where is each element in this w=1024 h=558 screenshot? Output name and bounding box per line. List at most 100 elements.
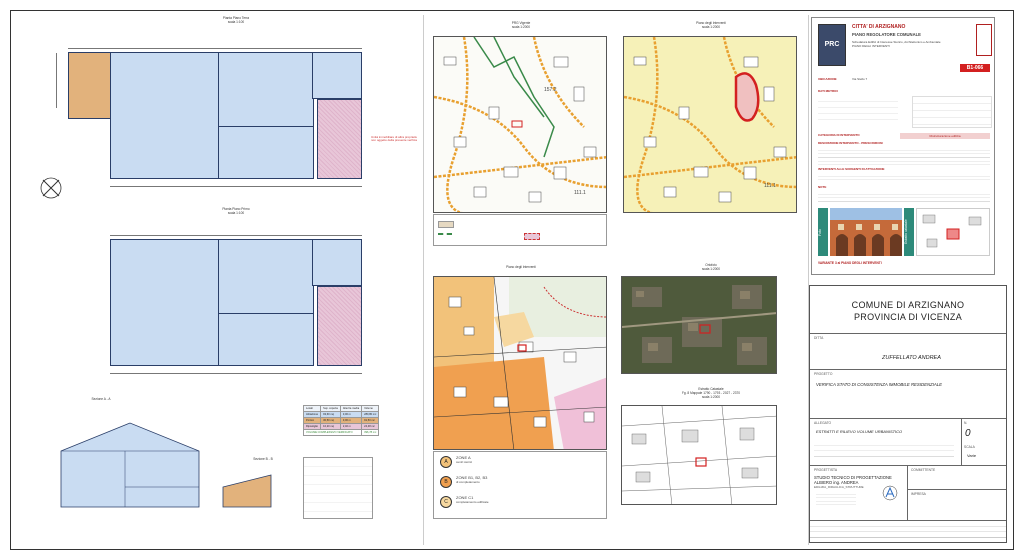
allegato-cell: ALLEGATO ESTRATTI E RILIEVO VOLUME URBAN… xyxy=(810,418,962,466)
legend-sub: completamento edificate xyxy=(456,500,489,504)
committente-cell: COMMITTENTE xyxy=(907,465,1006,490)
zone-b-icon: B xyxy=(440,476,452,488)
allegato-value: ESTRATTI E RILIEVO VOLUME URBANISTICO xyxy=(816,429,903,434)
title-block: COMUNE DI ARZIGNANO PROVINCIA DI VICENZA… xyxy=(809,285,1007,543)
contour-value: 111.1 xyxy=(764,183,776,189)
studio-address xyxy=(816,491,856,507)
committente-label: COMMITTENTE xyxy=(911,468,936,472)
table-total-label: VOLUME COMPLESSIVO VERIFICATO xyxy=(302,429,363,436)
note-text xyxy=(818,191,990,205)
plan1-room-orange xyxy=(68,52,112,119)
plan1-room xyxy=(218,126,314,179)
tavola-value: 0 xyxy=(965,428,971,439)
section-b-title: Sezione B - B xyxy=(253,457,273,461)
drawing-sheet: Pianta Piano Terra scala 1:100 Unità imm… xyxy=(10,10,1014,550)
progettista-label: PROGETTISTA xyxy=(814,468,838,472)
legend-label: ZONE B1, B2, B3 xyxy=(456,475,488,480)
plan1-room-main xyxy=(110,52,220,179)
prg-scale: scala 1:2000 xyxy=(511,25,531,29)
pi-scale: scala 1:2000 xyxy=(701,25,721,29)
aerial-photo xyxy=(621,276,777,374)
revision-table xyxy=(814,440,954,462)
legend-sub: di completamento xyxy=(456,480,480,484)
plan1-pink-unit xyxy=(317,99,362,179)
building-photo xyxy=(830,208,902,256)
dimension-line xyxy=(68,48,362,49)
contour-value: 157.2 xyxy=(544,87,557,93)
legend-label: ZONE C1 xyxy=(456,495,474,500)
title-block-header: COMUNE DI ARZIGNANO PROVINCIA DI VICENZA xyxy=(810,286,1006,334)
tavola-label: N. xyxy=(964,421,968,425)
impresa-label: IMPRESA xyxy=(911,492,926,496)
studio-logo-icon xyxy=(882,485,898,501)
impresa-cell: IMPRESA xyxy=(907,489,1006,521)
plan2-pink-unit xyxy=(317,286,362,366)
signature-strip xyxy=(810,521,1006,542)
volume-table: Locali Sup. coperta Altezza media Volume… xyxy=(302,405,380,436)
tavola-cell: N. 0 SCALA Varie xyxy=(961,418,1006,466)
ubicazione-value: Via Stello 7 xyxy=(852,77,868,81)
north-arrow-icon xyxy=(39,176,63,200)
pink-note: Unità immobiliare di altra proprietà non… xyxy=(371,135,417,143)
prg-map: 157.2 111.1 xyxy=(433,36,607,213)
progettista-cell: PROGETTISTA STUDIO TECNICO DI PROGETTAZI… xyxy=(810,465,908,521)
plan1-room xyxy=(218,52,314,128)
legend-sub: centri storici xyxy=(456,460,473,464)
plan2-room-main xyxy=(110,239,220,366)
estratto-label: Estratto catastale xyxy=(904,208,914,256)
dimension-line xyxy=(110,373,362,374)
pi-map: 111.1 xyxy=(623,36,797,213)
progetto-value: VERIFICA STATO DI CONSISTENZA IMMOBILE R… xyxy=(816,382,942,387)
scheda-map xyxy=(916,208,990,256)
progetto-label: PROGETTO xyxy=(814,372,833,376)
ortho-scale: scala 1:2000 xyxy=(701,267,721,271)
prc-logo: PRC xyxy=(818,24,846,66)
divider xyxy=(423,15,424,545)
categoria-value: Ristrutturazione edilizia xyxy=(900,133,990,139)
dimension-line xyxy=(110,235,362,236)
section-b-drawing xyxy=(221,473,273,509)
scheda-card: PRC CITTA' DI ARZIGNANO PIANO REGOLATORE… xyxy=(811,17,995,275)
label-descrizione: DESCRIZIONE INTERVENTO - PRESCRIZIONI xyxy=(818,141,883,145)
provincia-name: PROVINCIA DI VICENZA xyxy=(853,312,963,322)
scheda-city: CITTA' DI ARZIGNANO xyxy=(852,24,906,30)
dimension-line xyxy=(110,186,362,187)
label-ubicazione: UBICAZIONE xyxy=(818,77,837,81)
zoning-map xyxy=(433,276,607,450)
comune-name: COMUNE DI ARZIGNANO xyxy=(851,300,965,310)
dimension-line xyxy=(56,53,57,108)
zone-c-icon: C xyxy=(440,496,452,508)
label-interventi: INTERVENTI ALLE SORGENTI DI ATTUAZIONE xyxy=(818,167,885,171)
descrizione-text xyxy=(818,147,990,165)
tutela-table xyxy=(912,96,992,128)
plan2-room xyxy=(218,239,314,315)
ditta-value: ZUFFELLATO ANDREA xyxy=(882,355,941,361)
scheda-subtitle2: PIANO DEGLI INTERVENTI xyxy=(852,44,890,48)
contour-value: 111.1 xyxy=(574,190,586,196)
ditta-label: DITTA xyxy=(814,336,824,340)
prg-legend xyxy=(433,214,607,246)
plan2-room xyxy=(218,313,314,366)
plan2-scale: scala 1:100 xyxy=(227,211,245,215)
plan1-scale: scala 1:100 xyxy=(227,20,245,24)
scheda-footer: VARIANTE 3 al PIANO DEGLI INTERVENTI xyxy=(818,261,882,265)
cadastral-map xyxy=(621,405,777,505)
studio-line3: EDILIZIA_IDRAULICA_STRUTTURE xyxy=(814,485,864,489)
progetto-cell: PROGETTO VERIFICA STATO DI CONSISTENZA I… xyxy=(810,369,1006,419)
zoning-legend: A ZONE A centri storici B ZONE B1, B2, B… xyxy=(433,451,607,519)
ditta-cell: DITTA ZUFFELLATO ANDREA xyxy=(810,333,1006,370)
section-a-title: Sezione A - A xyxy=(91,397,111,401)
label-note: NOTE xyxy=(818,185,827,189)
badge xyxy=(976,24,992,56)
zone-a-icon: A xyxy=(440,456,452,468)
interventi-text xyxy=(818,173,990,183)
dati-table xyxy=(818,96,898,122)
label-dati: DATI METRICI xyxy=(818,89,838,93)
allegato-label: ALLEGATO xyxy=(814,421,832,425)
scheda-plan: PIANO REGOLATORE COMUNALE xyxy=(852,32,921,37)
scala-value: Varie xyxy=(967,453,977,458)
summary-table xyxy=(303,457,373,519)
foto-label: Foto xyxy=(818,208,828,256)
scala-label: SCALA xyxy=(964,445,975,449)
table-total-value: 396,78 mc xyxy=(361,429,380,436)
